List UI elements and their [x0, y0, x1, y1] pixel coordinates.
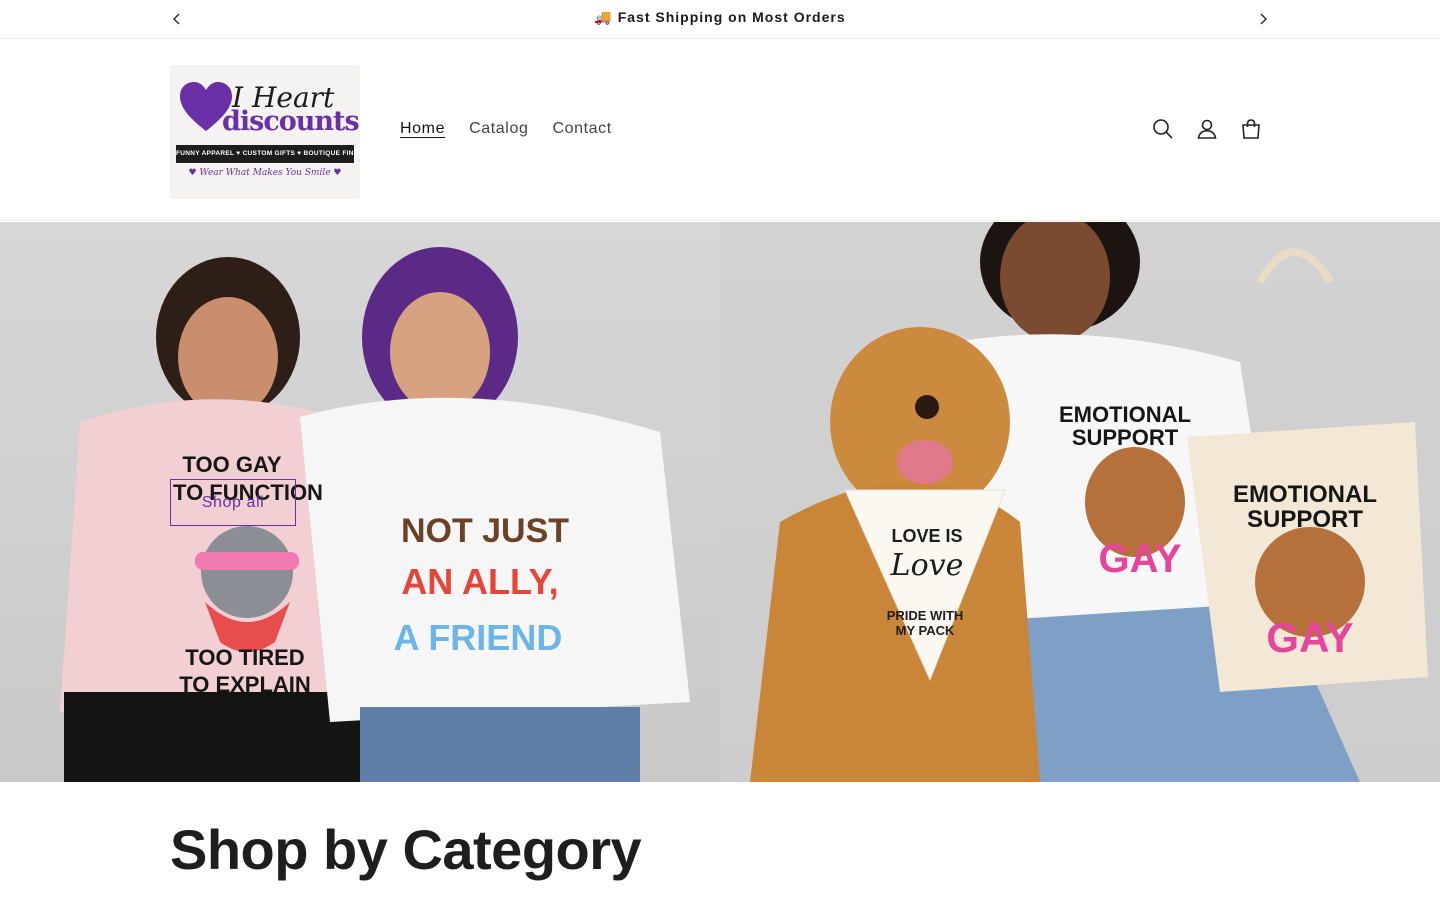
search-button[interactable]: [1151, 117, 1175, 141]
tote-text-3: GAY: [1266, 614, 1353, 661]
nav-contact[interactable]: Contact: [552, 120, 611, 138]
announcement-text: 🚚 Fast Shipping on Most Orders: [594, 9, 846, 25]
bandana-text-4: MY PACK: [896, 623, 955, 638]
shirt-1-text-1: TOO GAY: [182, 452, 281, 477]
section-title: Shop by Category: [170, 818, 642, 881]
hero-image-left: TOO GAY TO FUNCTION TOO TIRED TO EXPLAIN…: [0, 222, 720, 782]
shirt-3-text-1: EMOTIONAL: [1059, 402, 1191, 427]
chevron-right-icon: [1260, 13, 1268, 25]
header-icons: [1151, 117, 1263, 141]
shirt-2-text-2: AN ALLY,: [401, 561, 558, 602]
account-icon: [1197, 119, 1217, 139]
cart-button[interactable]: [1239, 117, 1263, 141]
shirt-1-text-4: TO EXPLAIN: [179, 672, 311, 697]
nav-catalog[interactable]: Catalog: [469, 120, 528, 138]
shirt-3-text-2: SUPPORT: [1072, 425, 1179, 450]
bandana-text-1: LOVE IS: [891, 526, 962, 546]
hero-image-right: LOVE IS Love PRIDE WITH MY PACK EMOTIONA…: [720, 222, 1440, 782]
bandana-text-2: Love: [890, 548, 964, 583]
tote-text-1: EMOTIONAL: [1233, 481, 1377, 508]
shirt-2-text-1: NOT JUST: [401, 512, 569, 550]
site-logo[interactable]: I Heart discounts FUNNY APPAREL ♥ CUSTOM…: [170, 65, 363, 199]
cart-icon: [1242, 119, 1260, 139]
nav-home[interactable]: Home: [400, 120, 445, 138]
shop-all-button[interactable]: Shop all: [170, 479, 296, 526]
logo-ribbon: FUNNY APPAREL ♥ CUSTOM GIFTS ♥ BOUTIQUE …: [176, 145, 363, 163]
bandana-text-3: PRIDE WITH: [887, 608, 964, 623]
search-icon: [1153, 119, 1173, 139]
account-button[interactable]: [1195, 117, 1219, 141]
site-header: I Heart discounts FUNNY APPAREL ♥ CUSTOM…: [0, 39, 1440, 221]
shirt-1-text-3: TOO TIRED: [185, 645, 304, 670]
main-nav: Home Catalog Contact: [400, 120, 612, 138]
announcement-next-button[interactable]: [1252, 9, 1274, 29]
tote-text-2: SUPPORT: [1247, 506, 1363, 533]
shirt-2-text-3: A FRIEND: [394, 617, 563, 658]
shirt-3-text-3: GAY: [1098, 537, 1181, 581]
hero-banner: TOO GAY TO FUNCTION TOO TIRED TO EXPLAIN…: [0, 222, 1440, 782]
logo-line-2: discounts: [222, 106, 360, 137]
announcement-bar: 🚚 Fast Shipping on Most Orders: [0, 0, 1440, 39]
logo-tagline: ♥ Wear What Makes You Smile ♥: [188, 168, 342, 178]
hero-right-illustration: LOVE IS Love PRIDE WITH MY PACK EMOTIONA…: [750, 222, 1428, 782]
hero-left-illustration: TOO GAY TO FUNCTION TOO TIRED TO EXPLAIN…: [60, 247, 690, 782]
